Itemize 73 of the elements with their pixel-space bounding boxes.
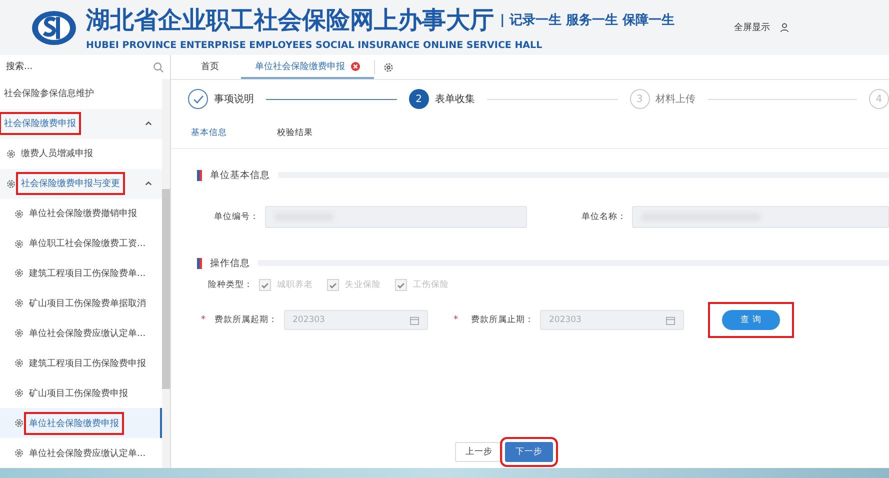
tab[interactable]: 首页: [179, 55, 241, 79]
field-label: 险种类型：: [207, 279, 253, 291]
check-icon: [397, 282, 405, 288]
gear-icon: [6, 178, 16, 189]
sidebar-item[interactable]: 建筑工程项目工伤保险费单...: [0, 258, 162, 288]
checkbox-label: 工伤保险: [413, 279, 449, 291]
text-field[interactable]: [632, 206, 889, 228]
calendar-icon[interactable]: [666, 316, 675, 324]
logo-icon: [30, 8, 78, 46]
checkbox[interactable]: [259, 279, 271, 291]
search-icon[interactable]: [153, 62, 164, 72]
section-marker-icon: [197, 170, 202, 180]
check-icon: [192, 94, 204, 104]
gear-icon: [14, 208, 24, 219]
step-number: 3: [630, 89, 650, 109]
checkbox-label: 城职养老: [277, 279, 313, 291]
checkbox[interactable]: [327, 279, 339, 291]
site-subtitle: HUBEI PROVINCE ENTERPRISE EMPLOYEES SOCIAL INSURANCE ONLINE SERVICE HALL: [86, 40, 544, 51]
sidebar-item[interactable]: 矿山项目工伤保险费单据取消: [0, 288, 162, 318]
sidebar-item[interactable]: 社会保险参保信息维护: [0, 79, 162, 109]
gear-icon: [14, 238, 24, 249]
checkbox[interactable]: [395, 279, 407, 291]
scrollbar[interactable]: [162, 79, 170, 468]
sidebar-item[interactable]: 社会保险缴费申报与变更: [0, 168, 162, 199]
field-label: 单位编号：: [213, 211, 260, 223]
required-mark: *: [201, 315, 206, 325]
checkbox-label: 失业保险: [345, 279, 381, 291]
gear-icon: [14, 298, 24, 308]
tab[interactable]: 单位社会保险缴费申报: [241, 55, 374, 79]
gear-icon: [14, 418, 24, 428]
gear-icon: [14, 388, 24, 398]
previous-button[interactable]: 上一步: [455, 442, 503, 462]
field-label: 费款所属起期：: [214, 314, 278, 326]
close-icon[interactable]: [351, 62, 360, 70]
gear-icon: [383, 62, 394, 72]
gear-icon: [14, 448, 24, 458]
required-mark: *: [454, 315, 458, 325]
check-icon: [261, 282, 269, 288]
gear-icon: [14, 358, 24, 368]
sidebar-item[interactable]: 社会保险缴费申报: [0, 108, 162, 139]
step-label: 事项说明: [214, 92, 254, 106]
user-icon[interactable]: [780, 23, 789, 32]
step-number: 2: [408, 89, 429, 109]
sidebar-item[interactable]: 单位社会保险缴费撤销申报: [0, 198, 162, 229]
step-label: 材料上传: [656, 92, 696, 106]
section-title: 单位基本信息: [210, 168, 270, 182]
sidebar-item[interactable]: 矿山项目工伤保险费申报: [0, 378, 162, 408]
section-marker-icon: [197, 258, 202, 268]
fullscreen-link[interactable]: 全屏显示: [734, 21, 770, 34]
step-number: 4: [868, 89, 889, 109]
gear-icon: [6, 148, 16, 159]
text-field[interactable]: [265, 206, 527, 228]
sidebar-item[interactable]: 单位社会保险费应缴认定单...: [0, 318, 162, 348]
caret-icon[interactable]: [145, 121, 152, 126]
calendar-icon[interactable]: [410, 316, 418, 324]
sidebar-item[interactable]: 单位职工社会保险缴费工资...: [0, 228, 162, 259]
subtab[interactable]: 基本信息: [191, 127, 227, 139]
caret-icon[interactable]: [145, 181, 152, 186]
section-title: 操作信息: [210, 256, 250, 270]
subtab[interactable]: 校验结果: [277, 127, 313, 139]
site-slogan: | 记录一生 服务一生 保障一生: [500, 12, 674, 29]
site-title: 湖北省企业职工社会保险网上办事大厅: [86, 5, 494, 36]
sidebar-item[interactable]: 单位社会保险缴费申报: [0, 408, 162, 438]
sidebar-item[interactable]: 单位社会保险费应缴认定单...: [0, 438, 162, 468]
sidebar-item[interactable]: 建筑工程项目工伤保险费申报: [0, 348, 162, 378]
field-label: 费款所属止期：: [470, 314, 534, 326]
gear-icon: [14, 268, 24, 278]
query-button[interactable]: 查 询: [722, 310, 780, 330]
field-label: 单位名称：: [580, 211, 626, 223]
gear-icon: [14, 328, 24, 338]
step-label: 表单收集: [434, 92, 475, 106]
check-icon: [329, 282, 337, 288]
sidebar-item[interactable]: 缴费人员增减申报: [0, 138, 162, 169]
